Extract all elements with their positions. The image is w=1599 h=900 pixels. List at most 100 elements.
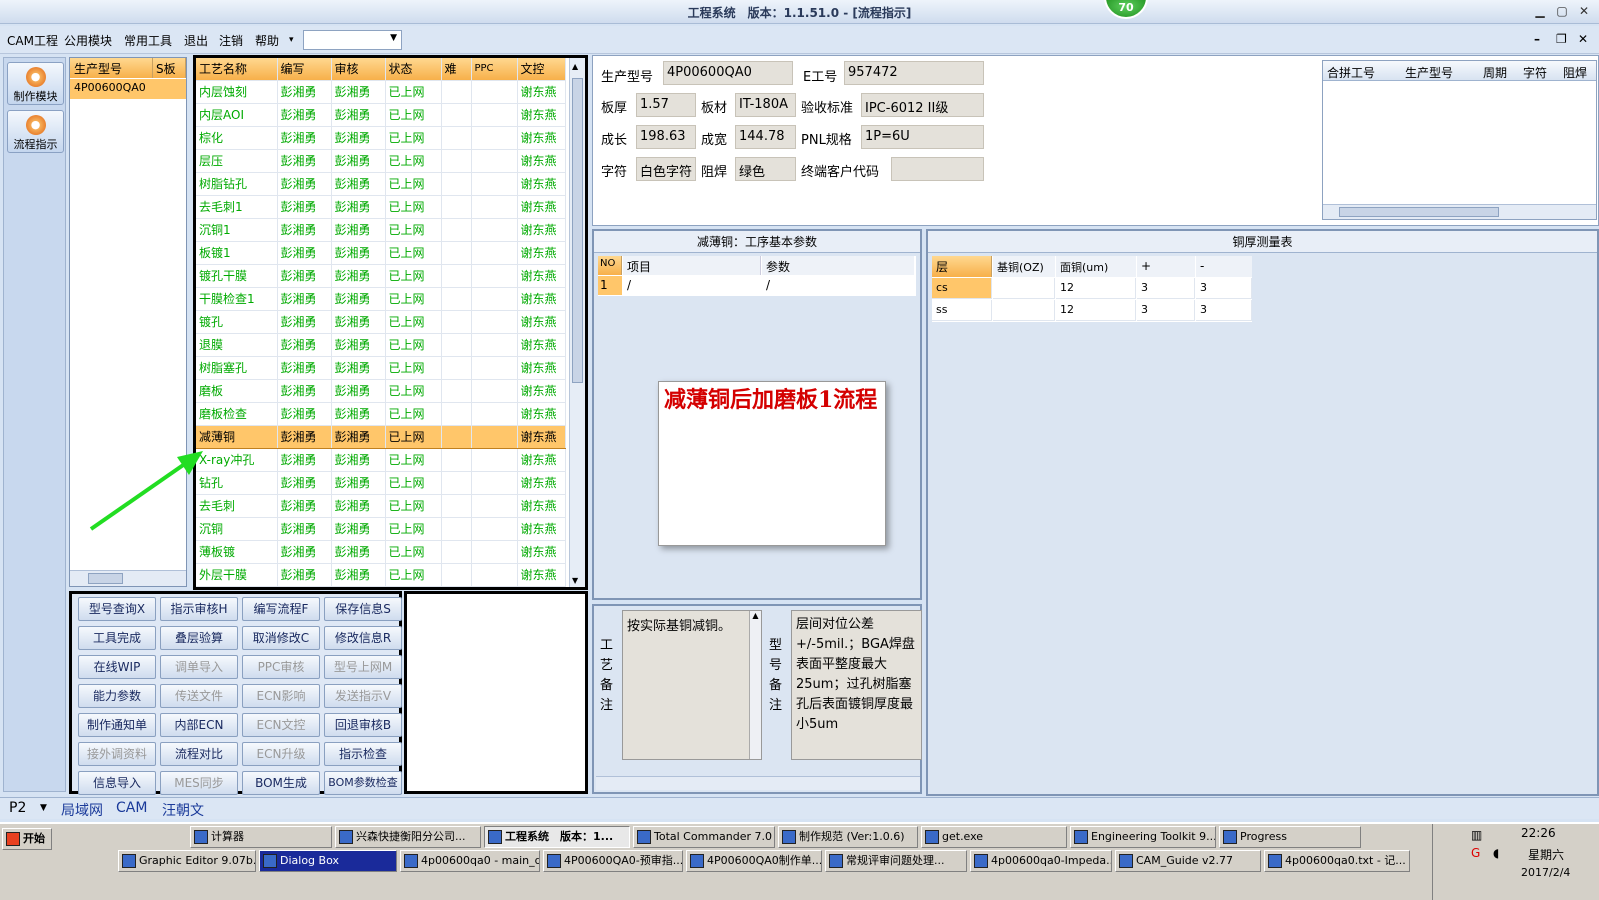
horizontal-scrollbar[interactable] xyxy=(596,776,920,790)
cell-process-name[interactable]: 层压 xyxy=(196,149,278,173)
cell-writer[interactable]: 彭湘勇 xyxy=(277,103,332,127)
taskbar-item[interactable]: CAM_Guide v2.77 xyxy=(1115,850,1261,872)
cell-doc-control[interactable]: 谢东燕 xyxy=(517,494,566,518)
scroll-thumb[interactable] xyxy=(572,78,583,383)
maximize-icon[interactable]: ▢ xyxy=(1553,2,1571,20)
cell-difficulty[interactable] xyxy=(441,149,472,173)
table-row[interactable]: 树脂钻孔 彭湘勇 彭湘勇 已上网 谢东燕 xyxy=(196,172,566,196)
func-button[interactable]: 发送指示V xyxy=(324,684,402,708)
cell-status[interactable]: 已上网 xyxy=(385,103,442,127)
material-field[interactable]: IT-180A xyxy=(735,93,796,117)
cell-doc-control[interactable]: 谢东燕 xyxy=(517,517,566,541)
thickness-field[interactable]: 1.57 xyxy=(636,93,696,117)
col-header-surface-cu[interactable]: 面铜(um) xyxy=(1056,256,1136,277)
cell-reviewer[interactable]: 彭湘勇 xyxy=(331,494,386,518)
cell-ppc[interactable] xyxy=(471,402,518,426)
table-row[interactable]: 沉铜 彭湘勇 彭湘勇 已上网 谢东燕 xyxy=(196,517,566,541)
col-header-minus[interactable]: - xyxy=(1196,256,1252,277)
taskbar-item[interactable]: 工程系统 版本：1... xyxy=(484,826,630,848)
cell-reviewer[interactable]: 彭湘勇 xyxy=(331,356,386,380)
menu-help[interactable]: 帮助 xyxy=(255,32,279,49)
cell-reviewer[interactable]: 彭湘勇 xyxy=(331,241,386,265)
cell-writer[interactable]: 彭湘勇 xyxy=(277,471,332,495)
cell-writer[interactable]: 彭湘勇 xyxy=(277,195,332,219)
cell-reviewer[interactable]: 彭湘勇 xyxy=(331,333,386,357)
cell-ppc[interactable] xyxy=(471,379,518,403)
cell-process-name[interactable]: 棕化 xyxy=(196,126,278,150)
col-header-writer[interactable]: 编写 xyxy=(277,58,332,81)
measure-cell[interactable]: 3 xyxy=(1196,278,1252,299)
cust-field[interactable] xyxy=(891,157,984,181)
cell-difficulty[interactable] xyxy=(441,471,472,495)
taskbar-item[interactable]: 4P00600QA0制作单.... xyxy=(686,850,822,872)
cell-writer[interactable]: 彭湘勇 xyxy=(277,424,332,449)
cell-difficulty[interactable] xyxy=(441,80,472,104)
cell-reviewer[interactable]: 彭湘勇 xyxy=(331,471,386,495)
taskbar-item[interactable]: 4p00600qa0.txt - 记... xyxy=(1264,850,1410,872)
menu-cam[interactable]: CAM工程 xyxy=(7,32,58,49)
taskbar-item[interactable]: Total Commander 7.0 ... xyxy=(633,826,775,848)
col-header-layer[interactable]: 层 xyxy=(932,256,992,277)
cell-writer[interactable]: 彭湘勇 xyxy=(277,287,332,311)
cell-status[interactable]: 已上网 xyxy=(385,471,442,495)
cell-process-name[interactable]: 沉铜1 xyxy=(196,218,278,242)
cell-writer[interactable]: 彭湘勇 xyxy=(277,241,332,265)
cell-reviewer[interactable]: 彭湘勇 xyxy=(331,126,386,150)
cell-ppc[interactable] xyxy=(471,563,518,587)
cell-doc-control[interactable]: 谢东燕 xyxy=(517,149,566,173)
cell-process-name[interactable]: 去毛刺1 xyxy=(196,195,278,219)
table-row[interactable]: 钻孔 彭湘勇 彭湘勇 已上网 谢东燕 xyxy=(196,471,566,495)
cell-doc-control[interactable]: 谢东燕 xyxy=(517,402,566,426)
cell-process-name[interactable]: 镀孔干膜 xyxy=(196,264,278,288)
measure-cell[interactable]: 3 xyxy=(1137,300,1195,321)
func-button[interactable]: 型号查询X xyxy=(78,597,156,621)
measure-cell[interactable]: 3 xyxy=(1137,278,1195,299)
table-row[interactable]: 外层干膜 彭湘勇 彭湘勇 已上网 谢东燕 xyxy=(196,563,566,587)
param-item-cell[interactable]: / xyxy=(623,276,761,295)
taskbar-item[interactable]: 常规评审问题处理... xyxy=(825,850,967,872)
cell-ppc[interactable] xyxy=(471,149,518,173)
cell-difficulty[interactable] xyxy=(441,195,472,219)
col-header-process[interactable]: 工艺名称 xyxy=(196,58,278,81)
cell-writer[interactable]: 彭湘勇 xyxy=(277,80,332,104)
col-header-ppc[interactable]: PPC xyxy=(471,58,518,81)
cell-writer[interactable]: 彭湘勇 xyxy=(277,264,332,288)
antivirus-icon[interactable]: G xyxy=(1471,846,1480,860)
table-row[interactable]: 内层蚀刻 彭湘勇 彭湘勇 已上网 谢东燕 xyxy=(196,80,566,104)
func-button[interactable]: MES同步 xyxy=(160,771,238,795)
col-header-merge-no[interactable]: 合拼工号 xyxy=(1327,64,1375,81)
cell-difficulty[interactable] xyxy=(441,126,472,150)
taskbar-item[interactable]: Graphic Editor 9.07b... xyxy=(118,850,256,872)
taskbar-item[interactable]: 4p00600qa0-Impeda... xyxy=(970,850,1112,872)
func-button[interactable]: 工具完成 xyxy=(78,626,156,650)
measure-cell[interactable]: ss xyxy=(932,300,992,321)
func-button[interactable]: 保存信息S xyxy=(324,597,402,621)
func-button[interactable]: PPC审核 xyxy=(242,655,320,679)
cell-ppc[interactable] xyxy=(471,310,518,334)
cell-reviewer[interactable]: 彭湘勇 xyxy=(331,218,386,242)
network-icon[interactable]: ▥ xyxy=(1471,828,1482,842)
cell-writer[interactable]: 彭湘勇 xyxy=(277,310,332,334)
table-row[interactable]: 棕化 彭湘勇 彭湘勇 已上网 谢东燕 xyxy=(196,126,566,150)
menu-combo[interactable]: ▼ xyxy=(303,30,402,50)
col-header-no[interactable]: NO xyxy=(598,256,622,275)
cell-doc-control[interactable]: 谢东燕 xyxy=(517,310,566,334)
length-field[interactable]: 198.63 xyxy=(636,125,696,149)
func-button[interactable]: 能力参数 xyxy=(78,684,156,708)
taskbar-item[interactable]: 兴森快捷衡阳分公司... xyxy=(335,826,481,848)
table-row[interactable]: 磨板检查 彭湘勇 彭湘勇 已上网 谢东燕 xyxy=(196,402,566,426)
cell-ppc[interactable] xyxy=(471,241,518,265)
table-row[interactable]: 内层AOI 彭湘勇 彭湘勇 已上网 谢东燕 xyxy=(196,103,566,127)
start-button[interactable]: 开始 xyxy=(2,828,52,850)
scroll-up-icon[interactable]: ▲ xyxy=(572,62,578,71)
col-header-model[interactable]: 生产型号 xyxy=(1405,64,1453,81)
horizontal-scrollbar[interactable] xyxy=(70,570,186,586)
cell-status[interactable]: 已上网 xyxy=(385,356,442,380)
cell-difficulty[interactable] xyxy=(441,563,472,587)
table-row[interactable]: 沉铜1 彭湘勇 彭湘勇 已上网 谢东燕 xyxy=(196,218,566,242)
cell-process-name[interactable]: 干膜检查1 xyxy=(196,287,278,311)
func-button[interactable]: 制作通知单 xyxy=(78,713,156,737)
cell-status[interactable]: 已上网 xyxy=(385,424,442,449)
minimize-icon[interactable]: ▁ xyxy=(1531,2,1549,20)
col-header-doc-control[interactable]: 文控 xyxy=(517,58,566,81)
